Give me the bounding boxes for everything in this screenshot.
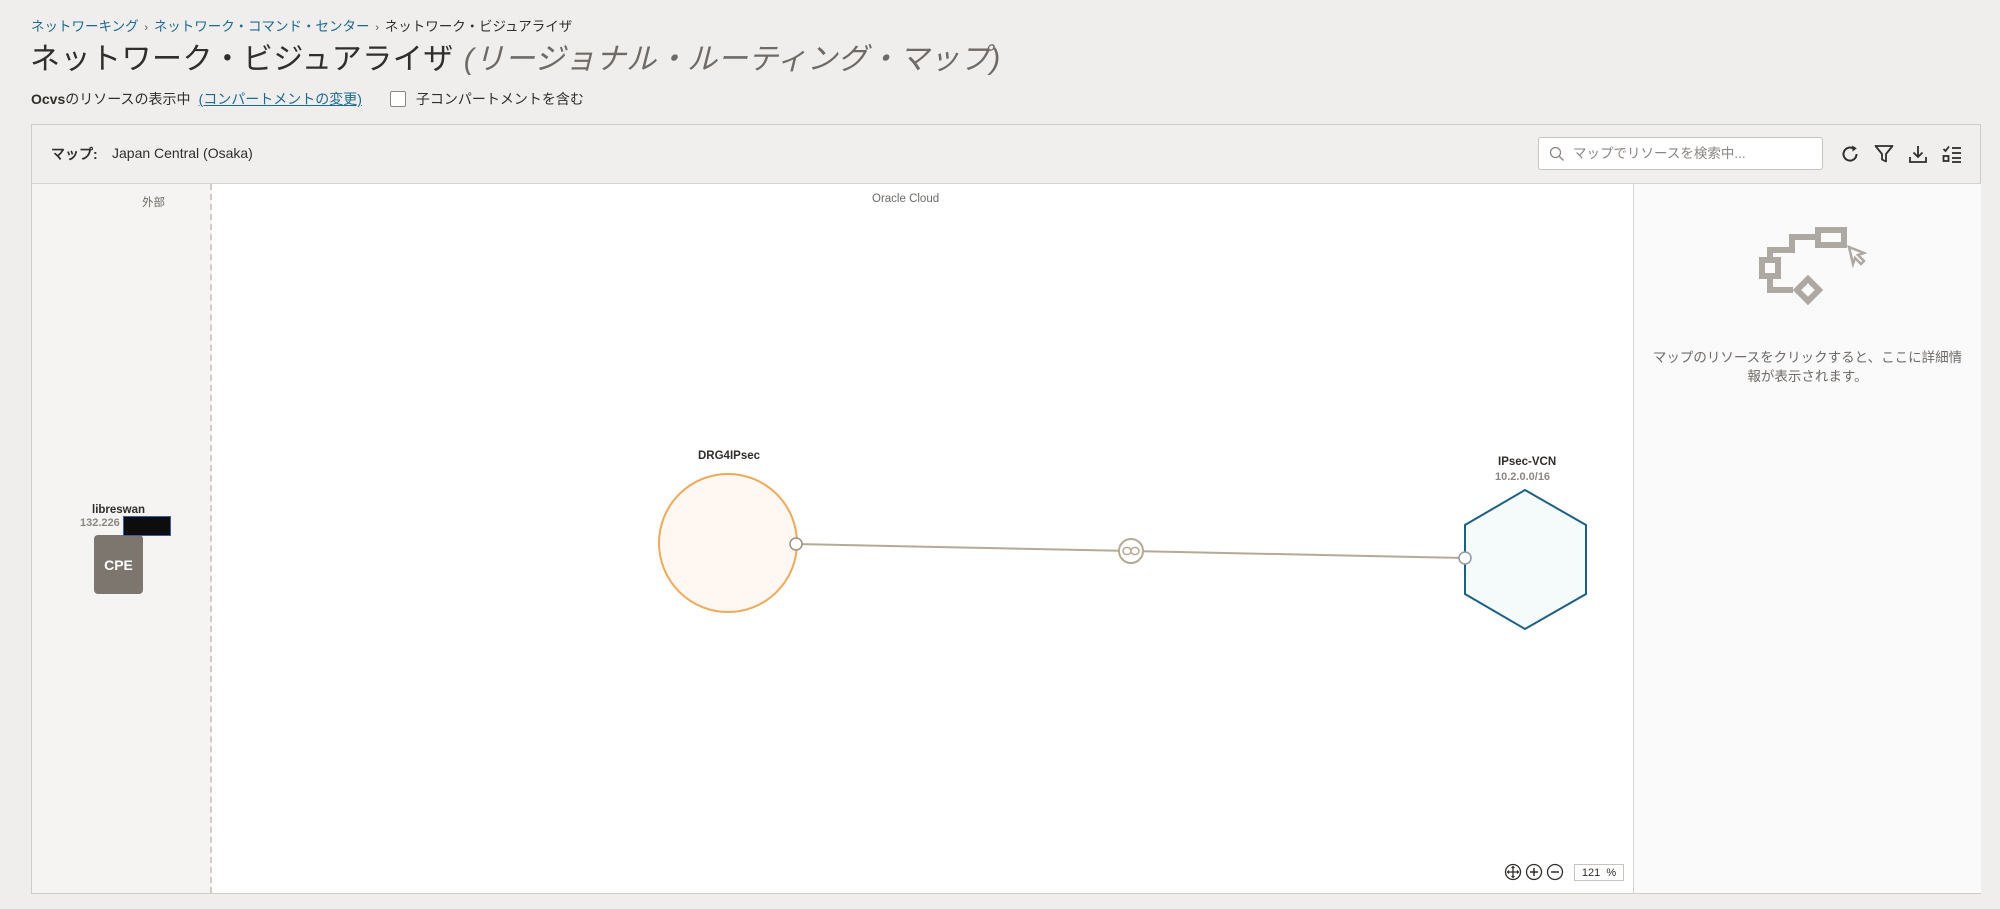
breadcrumb: ネットワーキング › ネットワーク・コマンド・センター › ネットワーク・ビジュ… (31, 15, 572, 35)
filter-icon[interactable] (1872, 142, 1896, 166)
breadcrumb-separator: › (375, 22, 379, 34)
zoom-out-icon[interactable] (1546, 863, 1564, 881)
download-icon[interactable] (1906, 142, 1930, 166)
drg-node[interactable] (658, 473, 798, 613)
network-visualizer-panel: マップ: Japan Central (Osaka) マップでリソースを検索中.… (31, 124, 1981, 894)
drg-name[interactable]: DRG4IPsec (698, 450, 760, 462)
vcn-port (1458, 551, 1472, 565)
breadcrumb-current: ネットワーク・ビジュアライザ (384, 19, 573, 34)
compartment-scope: Ocvs のリソースの表示中 (コンパートメントの変更) 子コンパートメントを含… (31, 89, 584, 109)
refresh-icon[interactable] (1838, 142, 1862, 166)
map-click-placeholder-icon (1759, 227, 1868, 306)
zoom-level-value: 121 (1581, 866, 1601, 879)
compartment-scope-text: のリソースの表示中 (65, 91, 191, 107)
drg-port (789, 537, 803, 551)
breadcrumb-network-command-center-link[interactable]: ネットワーク・コマンド・センター (154, 19, 370, 34)
fit-to-screen-icon[interactable] (1504, 863, 1522, 881)
include-child-compartments-checkbox[interactable] (389, 91, 406, 107)
network-topology-map (658, 473, 1587, 631)
link-icon[interactable] (1118, 538, 1144, 564)
page-title-main: ネットワーク・ビジュアライザ (30, 43, 454, 76)
legend-icon[interactable] (1940, 142, 1964, 166)
breadcrumb-networking-link[interactable]: ネットワーキング (31, 19, 139, 34)
details-panel-hint: マップのリソースをクリックすると、ここに詳細情報が表示されます。 (1652, 350, 1963, 384)
breadcrumb-separator: › (144, 22, 149, 34)
vcn-cidr: 10.2.0.0/16 (1495, 471, 1551, 483)
page-title: ネットワーク・ビジュアライザ (リージョナル・ルーティング・マップ) (30, 34, 1001, 78)
zoom-level-field[interactable]: 121 % (1574, 864, 1624, 881)
vcn-node[interactable] (1464, 488, 1587, 631)
include-child-compartments-label[interactable]: 子コンパートメントを含む (416, 89, 584, 109)
resource-details-panel: マップのリソースをクリックすると、ここに詳細情報が表示されます。 (1633, 184, 1981, 893)
change-compartment-link[interactable]: (コンパートメントの変更) (199, 89, 362, 109)
zoom-in-icon[interactable] (1525, 863, 1543, 881)
page-subtitle: (リージョナル・ルーティング・マップ) (463, 43, 1001, 76)
compartment-name: Ocvs (31, 91, 66, 107)
zoom-level-unit: % (1606, 866, 1617, 879)
vcn-name[interactable]: IPsec-VCN (1498, 456, 1556, 468)
